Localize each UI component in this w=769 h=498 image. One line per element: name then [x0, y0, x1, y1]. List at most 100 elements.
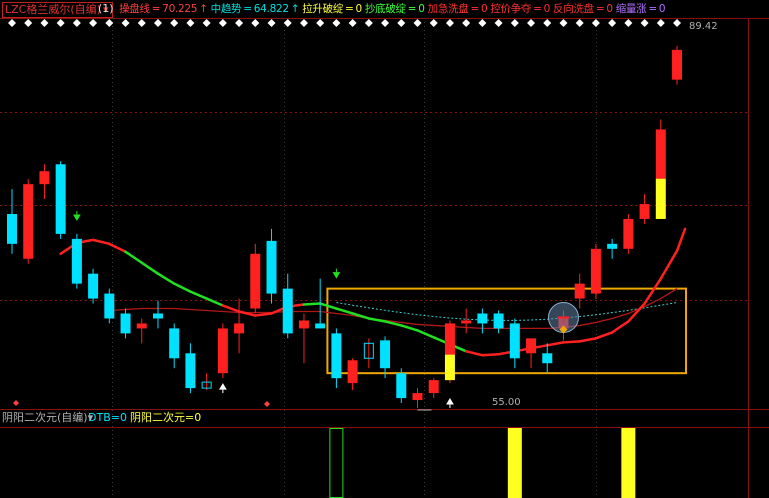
top-diamond-marker — [624, 19, 633, 27]
ma-fast-segment — [302, 302, 322, 306]
indicator-value: 0 — [418, 3, 425, 15]
top-diamond-marker — [170, 19, 179, 27]
candle — [623, 214, 634, 254]
markers — [72, 210, 454, 411]
candle — [298, 313, 309, 364]
candle — [331, 328, 342, 389]
top-diamond-marker — [283, 19, 292, 27]
ma-fast-segment — [594, 331, 614, 340]
low-price-label: 55.00 — [492, 397, 521, 408]
top-diamond-marker — [364, 19, 373, 27]
candle — [39, 164, 50, 200]
candle-body — [542, 353, 553, 364]
candle-body — [607, 243, 618, 249]
top-diamond-marker — [413, 19, 422, 27]
ma-fast-segment — [675, 227, 687, 253]
ma-fast-segment — [659, 249, 679, 280]
candle — [104, 288, 115, 324]
candle — [655, 119, 666, 219]
candle-body — [509, 323, 520, 359]
candle — [428, 378, 439, 399]
high-price-label: 89.42 — [689, 21, 718, 32]
sub-indicator-title-button[interactable]: 阴阳二次元(自编)▾ — [2, 410, 93, 426]
candle-body — [7, 214, 17, 244]
indicator-value: 70.225 — [162, 3, 198, 15]
kline-chart-window: 89.42 55.00 LZC格兰威尔(自编) ▾ (1) 操盘线 = 70.225 ↑… — [0, 0, 769, 498]
candle — [55, 161, 66, 239]
indicator-title-button[interactable]: LZC格兰威尔(自编) ▾ — [2, 2, 114, 18]
indicator-label: 操盘线 — [119, 3, 150, 15]
candle-body — [315, 323, 326, 329]
indicator-value: 0 — [658, 3, 666, 15]
top-diamond-marker — [218, 19, 227, 27]
candle — [547, 301, 579, 341]
candle — [396, 368, 407, 404]
candle — [461, 308, 472, 334]
top-diamond-marker — [235, 19, 244, 27]
equals-sign: = — [345, 3, 354, 15]
equals-sign: = — [184, 411, 195, 424]
indicator-item: 缩量涨 = 0 — [616, 3, 668, 15]
indicator-label: 缩量涨 — [615, 3, 647, 15]
candle-body — [396, 373, 407, 399]
up-arrow-icon: ↑ — [199, 3, 208, 15]
candle-body — [217, 328, 228, 374]
candle-body — [88, 273, 99, 299]
top-diamond-marker — [656, 19, 665, 27]
top-diamond-marker — [381, 19, 390, 27]
candle — [574, 273, 585, 309]
candle-body — [623, 218, 634, 249]
top-diamond-marker — [299, 19, 308, 27]
candle — [380, 336, 391, 379]
candle-body — [234, 323, 245, 334]
candle-body — [55, 164, 66, 234]
candle-body — [526, 338, 537, 354]
candle — [542, 343, 553, 374]
indicator-value: 0 — [355, 3, 363, 15]
bottom-diamond-marker — [264, 401, 270, 407]
indicator-item: 拉升破绽 = 0 — [302, 3, 364, 15]
indicator-value: 0 — [543, 3, 551, 15]
candle-body — [672, 49, 683, 80]
candle-body — [428, 380, 439, 394]
ma-fast-segment — [546, 341, 565, 347]
sub-bar-outline — [329, 428, 344, 498]
top-diamond-marker — [137, 19, 146, 27]
sub-indicator-title: 阴阳二次元(自编) — [2, 411, 88, 424]
sub-indicator-header: 阴阳二次元(自编)▾ DTB=0 阴阳二次元=0 — [0, 410, 769, 426]
top-diamond-marker — [673, 19, 682, 27]
candle — [71, 233, 82, 289]
candle — [509, 318, 520, 369]
ma-fast-segment — [367, 317, 387, 323]
candle — [185, 343, 196, 394]
candle — [607, 238, 618, 259]
candle-body — [266, 240, 277, 294]
top-diamond-marker — [202, 19, 211, 27]
ma-fast-segment — [172, 282, 192, 293]
ma-fast-segment — [189, 290, 208, 300]
ma-fast-segment — [610, 320, 630, 334]
indicator-value: 0 — [606, 3, 613, 15]
top-diamond-marker — [591, 19, 600, 27]
candle-body — [639, 204, 650, 219]
candle — [526, 338, 537, 369]
indicator-item: 反向洗盘 = 0 — [553, 3, 615, 15]
candle — [169, 323, 180, 369]
ma-fast-segment — [416, 329, 435, 339]
candle — [88, 268, 99, 304]
top-diamond-marker — [478, 19, 487, 27]
top-diamond-marker — [267, 19, 276, 27]
indicator-label: 中趋势 — [210, 3, 242, 15]
indicator-label: 拉升破绽 — [302, 3, 344, 15]
top-diamond-marker — [494, 19, 503, 27]
indicator-label: 控价争夺 — [490, 3, 532, 15]
sub-panel — [329, 428, 636, 498]
equals-sign: = — [243, 3, 252, 15]
ma-fast-segment — [464, 350, 484, 357]
candle — [120, 308, 131, 339]
top-diamond-marker — [89, 19, 98, 27]
top-diamond-marker — [105, 19, 114, 27]
top-diamond-marker — [121, 19, 130, 27]
candle-body — [152, 313, 163, 319]
ma-fast-segment — [400, 324, 419, 332]
